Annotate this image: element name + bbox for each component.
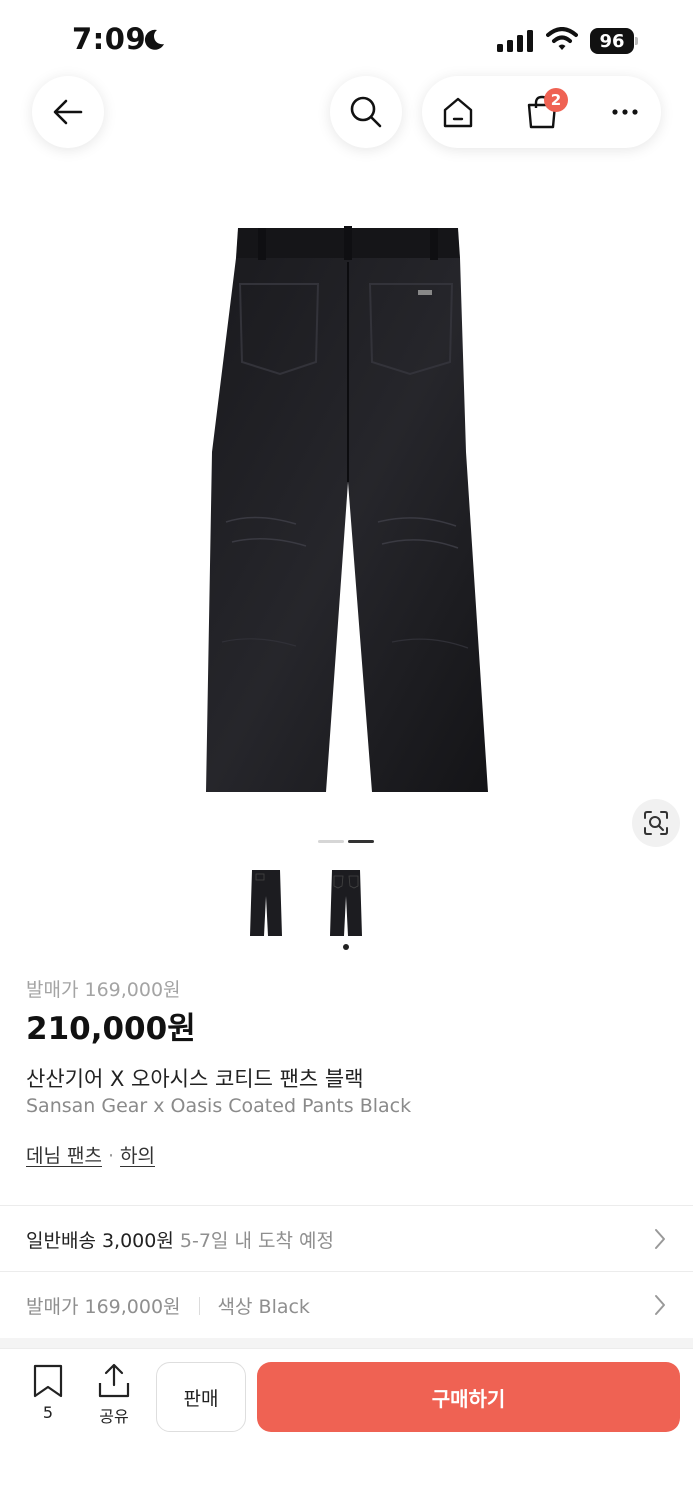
cart-badge: 2 (544, 88, 568, 112)
product-title-english: Sansan Gear x Oasis Coated Pants Black (26, 1095, 412, 1117)
summary-separator (198, 1297, 200, 1315)
thumbnail-1[interactable] (246, 866, 286, 938)
bookmark-button[interactable]: 5 (28, 1363, 68, 1429)
category-separator: · (107, 1145, 115, 1167)
share-icon (98, 1363, 130, 1398)
thumbnail-2[interactable] (326, 866, 366, 938)
release-price: 발매가 169,000원 (26, 979, 181, 1001)
search-button[interactable] (330, 76, 402, 148)
bottom-action-bar: 5 공유 판매 구매하기 (0, 1348, 693, 1500)
bookmark-count: 5 (42, 1403, 54, 1422)
option-summary-row[interactable]: 발매가 169,000원 색상 Black (0, 1273, 693, 1337)
battery-icon: 96 (590, 28, 638, 54)
page-indicator-1 (318, 840, 344, 843)
battery-level: 96 (590, 28, 634, 54)
sell-button[interactable]: 판매 (156, 1362, 246, 1432)
back-button[interactable] (32, 76, 104, 148)
bookmark-icon (33, 1364, 63, 1398)
shipping-label: 일반배송 3,000원 (26, 1230, 174, 1252)
divider (0, 1205, 693, 1206)
chevron-right-icon (655, 1295, 665, 1315)
summary-release-price: 발매가 169,000원 (26, 1296, 181, 1318)
shipping-row[interactable]: 일반배송 3,000원 5-7일 내 도착 예정 (0, 1207, 693, 1271)
option-summary: 발매가 169,000원 색상 Black (26, 1292, 310, 1319)
product-image[interactable] (196, 222, 498, 798)
shipping-eta: 5-7일 내 도착 예정 (179, 1230, 334, 1252)
page-indicator-2 (348, 840, 374, 843)
moon-icon (144, 29, 164, 50)
chevron-right-icon (655, 1229, 665, 1249)
nav-action-group (422, 76, 661, 148)
signal-icon (497, 30, 533, 52)
wifi-icon (546, 27, 578, 50)
buy-button[interactable]: 구매하기 (257, 1362, 680, 1432)
thumbnail-selected-dot (343, 944, 349, 950)
shipping-info: 일반배송 3,000원 5-7일 내 도착 예정 (26, 1226, 334, 1253)
status-time: 7:09 (72, 22, 147, 56)
home-icon (443, 97, 473, 128)
back-arrow-icon (53, 99, 83, 125)
status-bar: 7:09 96 (0, 0, 693, 80)
product-title-korean: 산산기어 X 오아시스 코티드 팬츠 블랙 (26, 1067, 364, 1091)
share-button[interactable]: 공유 (92, 1363, 136, 1429)
current-price: 210,000원 (26, 1011, 196, 1047)
share-label: 공유 (99, 1407, 129, 1426)
category-denim-pants-link[interactable]: 데님 팬츠 (26, 1145, 102, 1167)
category-bottoms-link[interactable]: 하의 (120, 1145, 155, 1167)
category-breadcrumb: 데님 팬츠 · 하의 (26, 1141, 155, 1168)
home-button[interactable] (422, 76, 494, 148)
summary-color: 색상 Black (217, 1296, 310, 1318)
divider (0, 1271, 693, 1272)
more-button[interactable] (589, 76, 661, 148)
cart-button[interactable] (506, 76, 578, 148)
search-icon (350, 96, 382, 128)
visual-search-button[interactable] (632, 799, 680, 847)
battery-cap (635, 37, 638, 45)
visual-search-icon (644, 811, 668, 835)
more-icon (612, 109, 638, 115)
